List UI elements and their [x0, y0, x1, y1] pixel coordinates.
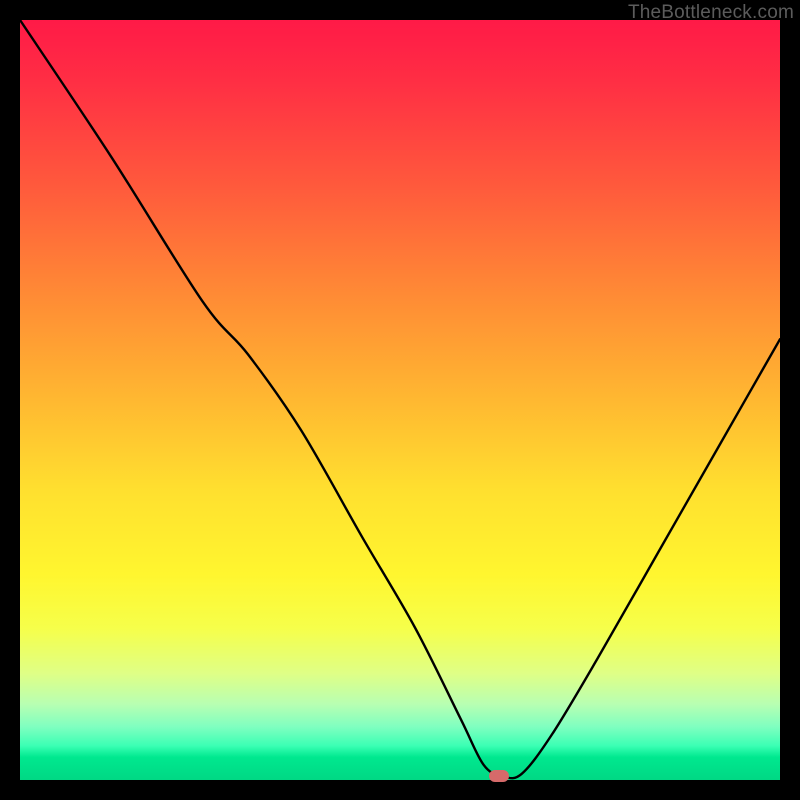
watermark-text: TheBottleneck.com	[628, 2, 794, 24]
bottleneck-curve	[20, 20, 780, 780]
chart-frame: TheBottleneck.com	[0, 0, 800, 800]
optimal-point-marker	[489, 770, 509, 782]
chart-plot-area	[20, 20, 780, 780]
